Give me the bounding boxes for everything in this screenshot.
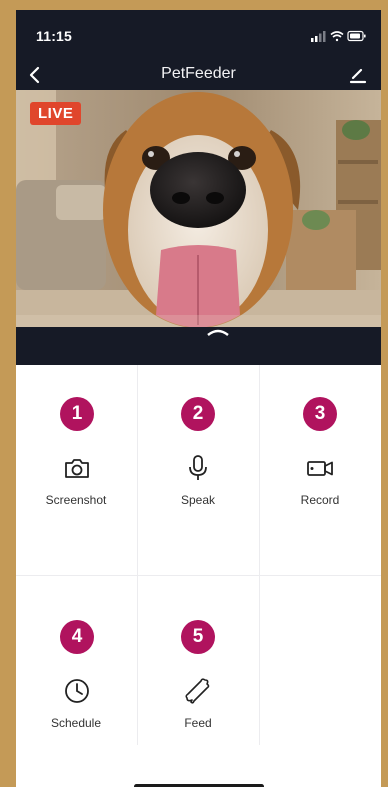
clock-icon [65,679,89,703]
signal-icon [311,31,326,42]
status-icons [311,30,366,42]
page-title: PetFeeder [161,65,236,82]
step-badge: 1 [60,397,94,431]
controls-grid: 1 Screenshot 2 Speak 3 Record 4 Schedule… [16,365,381,787]
feed-label: Feed [184,716,212,730]
video-progress-arc [207,329,229,337]
status-time: 11:15 [36,28,73,44]
feed-button[interactable]: 5 Feed [138,576,258,786]
empty-cell [260,576,380,786]
edit-pencil-icon[interactable] [349,66,367,84]
step-badge: 3 [303,397,337,431]
step-badge: 2 [181,397,215,431]
step-badge: 5 [181,620,215,654]
microphone-icon [189,455,207,480]
screenshot-label: Screenshot [45,493,107,507]
schedule-label: Schedule [50,716,102,730]
step-badge: 4 [60,620,94,654]
camera-icon [65,459,89,478]
record-button[interactable]: 3 Record [260,365,380,575]
wifi-icon [330,31,344,42]
battery-icon [347,30,366,42]
speak-label: Speak [180,493,216,507]
phone-screen: 11:15 PetFeeder LIVE 1 Screenshot 2 Spea… [16,10,381,787]
speak-button[interactable]: 2 Speak [138,365,258,575]
live-badge: LIVE [30,102,82,125]
screenshot-button[interactable]: 1 Screenshot [16,365,136,575]
schedule-button[interactable]: 4 Schedule [16,576,136,786]
bone-icon [185,678,210,704]
record-label: Record [300,493,340,507]
live-video-feed[interactable] [16,90,381,327]
video-control-strip [16,327,381,365]
video-camera-icon [307,461,333,476]
top-bar: 11:15 PetFeeder [16,10,381,90]
